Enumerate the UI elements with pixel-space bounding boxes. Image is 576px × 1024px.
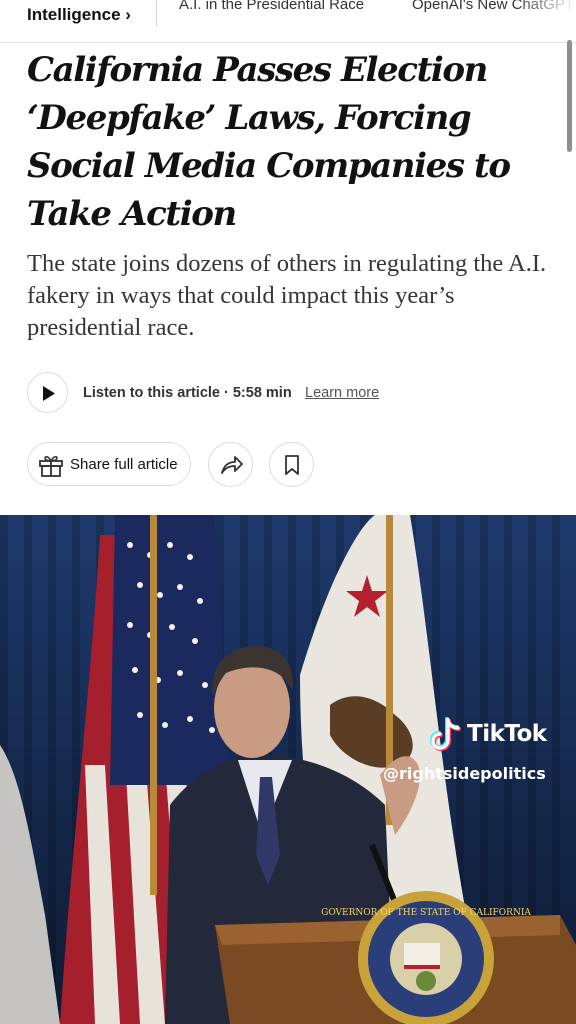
tiktok-handle: @rightsidepolitics (383, 764, 546, 783)
tiktok-wordmark: TikTok (467, 721, 547, 747)
nav-fade (516, 0, 576, 30)
listen-to-article-text: Listen to this article · 5:58 min (83, 385, 292, 401)
gift-icon (39, 455, 63, 477)
share-full-article-button[interactable]: Share full article (27, 442, 191, 486)
share-button[interactable] (208, 442, 253, 487)
learn-more-link[interactable]: Learn more (305, 385, 379, 401)
bookmark-button[interactable] (269, 442, 314, 487)
tiktok-icon (429, 717, 461, 752)
tiktok-logo: TikTok (428, 716, 547, 752)
share-full-article-label: Share full article (70, 456, 178, 473)
nav-link-ai-presidential-race[interactable]: A.I. in the Presidential Race (179, 0, 364, 13)
article-summary: The state joins dozens of others in regu… (27, 250, 547, 341)
play-audio-button[interactable] (27, 372, 68, 413)
bookmark-icon (285, 455, 299, 475)
share-arrow-icon (221, 456, 243, 474)
top-nav: Intelligence › A.I. in the Presidential … (0, 0, 576, 43)
nav-section-intelligence[interactable]: Intelligence › (27, 5, 131, 25)
seal-text: GOVERNOR OF THE STATE OF CALIFORNIA (321, 908, 531, 918)
play-icon (43, 386, 55, 401)
article-headline: California Passes Election ‘Deepfake’ La… (27, 50, 511, 234)
scrollbar[interactable] (567, 40, 572, 152)
nav-divider (156, 0, 157, 26)
